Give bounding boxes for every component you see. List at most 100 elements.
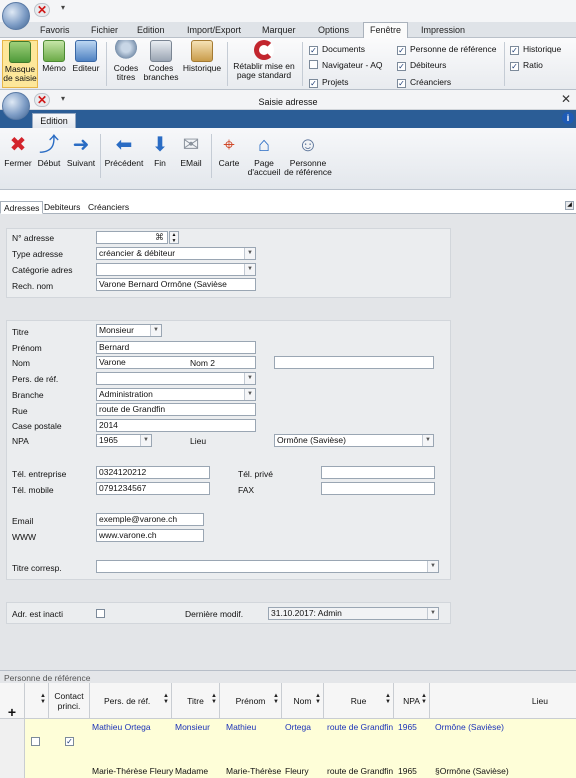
chevron-down-icon[interactable]: ▼ [427,561,438,572]
row1-npa[interactable]: 1965 [398,722,417,732]
col-lieu[interactable]: Lieu [430,683,576,719]
spin-buttons[interactable]: ▲ ▼ [169,231,179,244]
checkbox[interactable] [309,60,318,69]
adr-inactif-checkbox[interactable] [96,609,105,618]
chevron-down-icon[interactable]: ▼ [244,264,255,275]
case-postale-field[interactable]: 2014 [96,419,256,432]
suivant-button[interactable]: ➜ Suivant [66,134,96,168]
chevron-down-icon[interactable]: ▼ [244,389,255,400]
row2-nom[interactable]: Fleury [285,766,309,776]
row2-titre[interactable]: Madame [175,766,208,776]
menu-import-export[interactable]: Import/Export [187,25,241,35]
row1-titre[interactable]: Monsieur [175,722,210,732]
fax-field[interactable] [321,482,435,495]
rech-nom-field[interactable]: Varone Bernard Ormône (Savièse [96,278,256,291]
row2-npa[interactable]: 1965 [398,766,417,776]
row1-lieu[interactable]: Ormône (Savièse) [435,722,504,732]
email-button[interactable]: ✉ EMail [177,134,205,168]
row2-rue[interactable]: route de Grandfin [327,766,393,776]
fin-button[interactable]: ⬇ Fin [150,134,170,168]
menu-fichier[interactable]: Fichier [91,25,118,35]
fermer-button[interactable]: ✖ Fermer [4,134,32,168]
row1-nom[interactable]: Ortega [285,722,311,732]
menu-edition[interactable]: Edition [137,25,165,35]
sort-icon[interactable]: ▲ ▼ [315,693,321,705]
sort-icon[interactable]: ▲ ▼ [273,693,279,705]
chevron-down-icon[interactable]: ▼ [150,325,161,336]
chevron-down-icon[interactable]: ▼ [427,608,438,619]
check-debiteurs[interactable]: ✓ Débiteurs [397,60,446,71]
quick-access-menu-icon[interactable]: ▾ [61,3,65,12]
codes-branches-button[interactable]: Codes branches [143,40,179,82]
help-icon[interactable]: i [562,112,574,124]
menu-fenetre[interactable]: Fenêtre [363,22,409,39]
nom2-field[interactable] [274,356,434,369]
checkbox[interactable]: ✓ [510,46,519,55]
row1-pers[interactable]: Mathieu Ortega [92,722,151,732]
chevron-down-icon[interactable]: ▼ [422,435,433,446]
page-accueil-button[interactable]: ⌂ Page d'accueil [244,134,284,177]
chevron-down-icon[interactable]: ▼ [244,373,255,384]
check-historique[interactable]: ✓ Historique [510,44,561,55]
row1-rue[interactable]: route de Grandfin [327,722,393,732]
check-projets[interactable]: ✓ Projets [309,77,348,88]
precedent-button[interactable]: ⬅ Précédent [104,134,144,168]
sort-icon[interactable]: ▲ ▼ [40,693,46,705]
nom-field[interactable]: Varone [96,356,256,369]
row1-contact-checkbox[interactable]: ✓ [65,737,74,746]
memo-button[interactable]: Mémo [40,40,68,73]
row1-select-checkbox[interactable] [31,737,40,746]
dialog-close-icon[interactable]: ✕ [561,92,571,106]
rue-field[interactable]: route de Grandfin [96,403,256,416]
dialog-logo-icon[interactable] [2,92,30,120]
categorie-select[interactable]: ▼ [96,263,256,276]
tel-prive-field[interactable] [321,466,435,479]
tel-mobile-field[interactable]: 0791234567 [96,482,210,495]
quick-access-close-icon[interactable]: ✕ [34,3,50,17]
col-prenom[interactable]: Prénom ▲ ▼ [220,683,282,719]
sort-icon[interactable]: ▲ ▼ [211,693,217,705]
menu-favoris[interactable]: Favoris [40,25,70,35]
tab-creanciers[interactable]: Créanciers [85,201,132,214]
titre-select[interactable]: Monsieur ▼ [96,324,162,337]
www-field[interactable]: www.varone.ch [96,529,204,542]
col-contact[interactable]: Contact princi. [49,683,90,719]
col-pers-ref[interactable]: Pers. de réf. ▲ ▼ [90,683,172,719]
editeur-button[interactable]: Editeur [70,40,102,73]
historique-button[interactable]: Historique [181,40,223,73]
checkbox[interactable]: ✓ [309,79,318,88]
row2-prenom[interactable]: Marie-Thérèse [226,766,281,776]
titre-corresp-select[interactable]: ▼ [96,560,439,573]
col-npa[interactable]: NPA ▲ ▼ [394,683,430,719]
checkbox[interactable]: ✓ [510,62,519,71]
col-rue[interactable]: Rue ▲ ▼ [324,683,394,719]
debut-button[interactable]: ⤴ Début [36,134,62,168]
chevron-down-icon[interactable]: ▼ [244,248,255,259]
col-titre[interactable]: Titre ▲ ▼ [172,683,220,719]
menu-marquer[interactable]: Marquer [262,25,296,35]
tab-debiteurs[interactable]: Debiteurs [41,201,83,214]
branche-select[interactable]: Administration ▼ [96,388,256,401]
type-adresse-select[interactable]: créancier & débiteur ▼ [96,247,256,260]
select-column-header[interactable]: ▲ ▼ [25,683,49,719]
col-nom[interactable]: Nom ▲ ▼ [282,683,324,719]
sort-icon[interactable]: ▲ ▼ [385,693,391,705]
personne-reference-button[interactable]: ☺ Personne de référence [284,134,332,177]
pers-ref-select[interactable]: ▼ [96,372,256,385]
add-row-button[interactable]: + [0,683,25,719]
check-navigateur-aq[interactable]: Navigateur - AQ [309,60,382,70]
masque-saisie-button[interactable]: Masque de saisie [2,40,38,88]
checkbox[interactable]: ✓ [397,46,406,55]
menu-options[interactable]: Options [318,25,349,35]
check-personne-reference[interactable]: ✓ Personne de référence [397,44,496,55]
prenom-field[interactable]: Bernard [96,341,256,354]
lieu-select[interactable]: Ormône (Savièse) ▼ [274,434,434,447]
npa-select[interactable]: 1965 ▼ [96,434,152,447]
app-logo-icon[interactable] [2,2,30,30]
no-adresse-field[interactable]: ⌘ [96,231,168,244]
checkbox[interactable]: ✓ [397,62,406,71]
row1-prenom[interactable]: Mathieu [226,722,256,732]
sort-icon[interactable]: ▲ ▼ [163,693,169,705]
retablir-mise-en-page-button[interactable]: Rétablir mise en page standard [230,40,298,80]
sort-icon[interactable]: ▲ ▼ [421,693,427,705]
